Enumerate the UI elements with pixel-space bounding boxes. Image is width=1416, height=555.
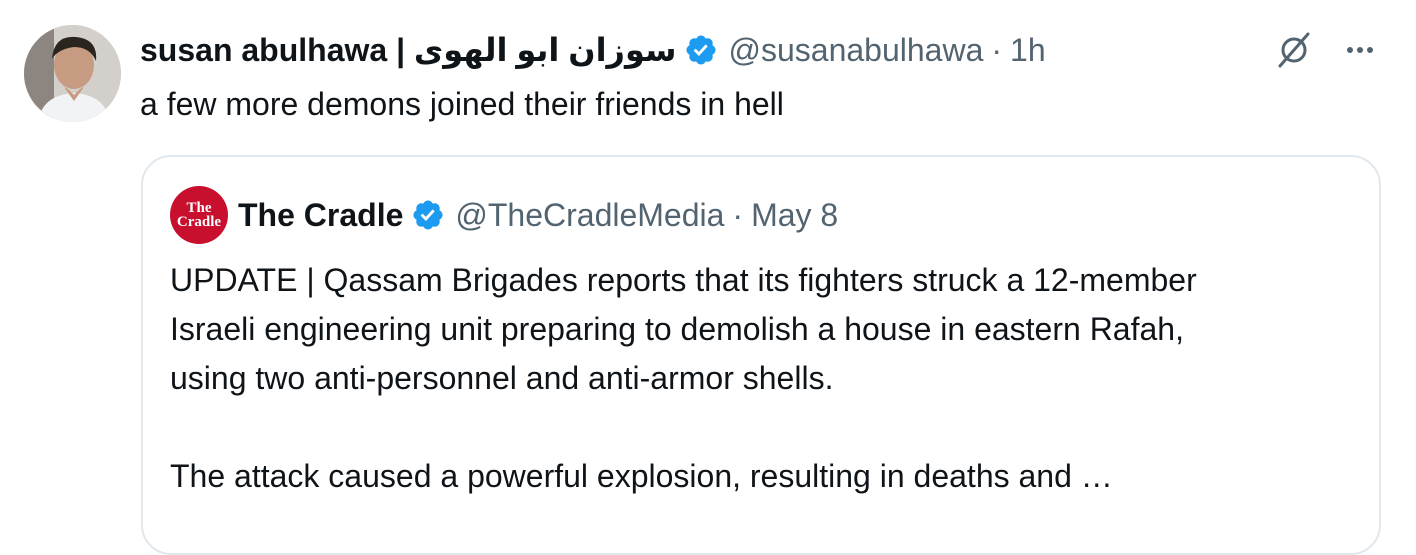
- tweet-header: susan abulhawa | سوزان ابو الهوى @susana…: [140, 28, 1046, 72]
- quoted-author-handle[interactable]: @TheCradleMedia: [455, 193, 724, 237]
- grok-icon[interactable]: [1272, 28, 1316, 72]
- tweet-time[interactable]: 1h: [1010, 28, 1046, 72]
- author-handle[interactable]: @susanabulhawa: [728, 28, 983, 72]
- more-icon[interactable]: [1338, 28, 1382, 72]
- quoted-author-avatar[interactable]: The Cradle: [170, 186, 228, 244]
- quoted-tweet-header: The Cradle @TheCradleMedia · May 8: [238, 193, 838, 237]
- quoted-tweet-text: UPDATE | Qassam Brigades reports that it…: [170, 262, 1197, 494]
- quoted-author-name[interactable]: The Cradle: [238, 193, 403, 237]
- verified-badge-icon[interactable]: [411, 198, 445, 232]
- tweet-text: a few more demons joined their friends i…: [140, 86, 784, 122]
- quoted-avatar-logo: The Cradle: [176, 200, 222, 230]
- separator: ·: [991, 32, 1003, 68]
- quoted-tweet-date[interactable]: May 8: [751, 193, 838, 237]
- verified-badge-icon[interactable]: [684, 33, 718, 67]
- author-photo: [24, 25, 121, 122]
- author-avatar[interactable]: [24, 25, 121, 122]
- author-name[interactable]: susan abulhawa | سوزان ابو الهوى: [140, 28, 676, 72]
- separator: ·: [732, 197, 744, 233]
